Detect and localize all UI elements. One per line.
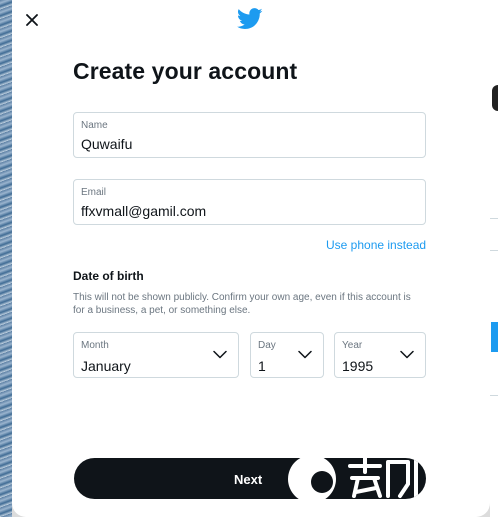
signup-modal: Create your account Name Email Use phone… [12,0,490,517]
name-input[interactable] [81,136,401,152]
backdrop-button [491,322,498,352]
twitter-bird-icon [237,8,263,29]
year-select[interactable]: Year 1995 [334,332,426,378]
year-select-value: 1995 [342,358,374,374]
month-select-value: January [81,358,131,374]
name-field-label: Name [81,120,108,131]
watermark-logo [288,458,418,499]
close-icon [26,14,38,26]
dob-heading: Date of birth [73,269,144,283]
month-select[interactable]: Month January [73,332,239,378]
backdrop-divider [490,218,498,219]
day-select-label: Day [258,340,276,351]
dob-description: This will not be shown publicly. Confirm… [73,292,411,316]
chevron-down-icon [298,350,312,359]
year-select-label: Year [342,340,363,351]
use-phone-instead-link[interactable]: Use phone instead [326,238,426,252]
name-field[interactable]: Name [73,112,426,158]
backdrop-divider [490,250,498,251]
day-select[interactable]: Day 1 [250,332,324,378]
email-input[interactable] [81,203,401,219]
next-button[interactable]: Next [74,458,426,499]
page-title: Create your account [73,58,298,84]
email-field-label: Email [81,187,107,198]
backdrop-left [0,0,12,517]
chevron-down-icon [400,350,414,359]
backdrop-right [490,0,498,517]
day-select-value: 1 [258,358,266,374]
backdrop-divider [490,395,498,396]
chevron-down-icon [213,350,227,359]
next-button-label: Next [234,472,263,487]
backdrop-shape [492,85,498,111]
close-button[interactable] [20,8,44,32]
email-field[interactable]: Email [73,179,426,225]
month-select-label: Month [81,340,109,351]
